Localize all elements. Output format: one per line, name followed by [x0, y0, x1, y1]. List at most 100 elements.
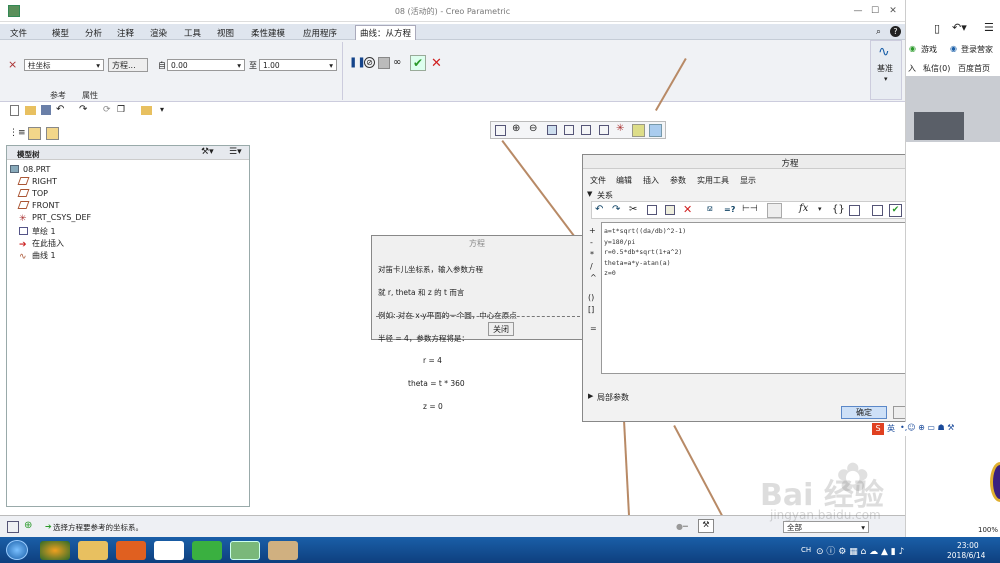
redo-icon[interactable]: ↷: [79, 104, 87, 115]
menu-apps[interactable]: 应用程序: [303, 27, 337, 39]
cut-icon[interactable]: ✂: [629, 204, 637, 215]
cancel-x-icon[interactable]: ✕: [431, 56, 442, 71]
taskbar-app-paint[interactable]: [268, 541, 298, 560]
menu-model[interactable]: 模型: [52, 27, 69, 39]
to-input[interactable]: 1.00 ▾: [259, 59, 337, 71]
insert-function-icon[interactable]: [767, 203, 782, 218]
saved-views-icon[interactable]: [581, 125, 591, 135]
fx-icon[interactable]: fx: [799, 203, 808, 214]
tree-item-curve[interactable]: ∿ 曲线 1: [19, 250, 56, 262]
view-manager-icon[interactable]: [599, 125, 609, 135]
save-icon[interactable]: [41, 105, 51, 115]
eq-menu-file[interactable]: 文件: [590, 175, 606, 186]
taskbar-app-media[interactable]: [116, 541, 146, 560]
menu-view[interactable]: 视图: [217, 27, 234, 39]
sort-icon[interactable]: [872, 205, 883, 216]
tree-item-part[interactable]: 08.PRT: [10, 165, 50, 174]
datum-group[interactable]: ∿ 基准 ▾: [870, 40, 902, 100]
browser-messages[interactable]: 私信(0): [923, 63, 950, 74]
zoom-in-icon[interactable]: ⊕: [512, 123, 520, 134]
lang-indicator[interactable]: CH: [801, 546, 811, 554]
local-params-expand-icon[interactable]: ▶: [588, 392, 593, 400]
taskbar-app-creo[interactable]: [230, 541, 260, 560]
evaluate-icon[interactable]: =?: [724, 205, 735, 214]
display-style-icon[interactable]: [564, 125, 574, 135]
coord-type-select[interactable]: 柱坐标 ▾: [24, 59, 104, 71]
copy-icon[interactable]: [647, 205, 657, 215]
confirm-check-icon[interactable]: ✔: [410, 55, 426, 71]
selection-filter-icon[interactable]: ⚒: [698, 519, 714, 533]
op-plus-button[interactable]: +: [589, 226, 596, 235]
equation-button[interactable]: 方程...: [108, 58, 148, 72]
help-icon[interactable]: ?: [890, 26, 901, 37]
tree-item-insert-here[interactable]: ➔ 在此插入: [19, 238, 64, 250]
favorites-icon[interactable]: [46, 127, 59, 140]
eq-undo-icon[interactable]: ↶: [595, 204, 603, 215]
menu-analysis[interactable]: 分析: [85, 27, 102, 39]
folder-icon[interactable]: [141, 106, 152, 115]
help-close-button[interactable]: 关闭: [488, 322, 514, 336]
tree-item-front[interactable]: FRONT: [17, 201, 59, 210]
folder-browser-icon[interactable]: [28, 127, 41, 140]
tree-item-top[interactable]: TOP: [17, 189, 48, 198]
menu-annotate[interactable]: 注释: [117, 27, 134, 39]
tree-settings-icon[interactable]: ⚒▾: [201, 147, 214, 157]
sogou-icon[interactable]: S: [872, 423, 884, 435]
dimension-icon[interactable]: ⊢⊣: [742, 204, 758, 214]
open-icon[interactable]: [25, 106, 36, 115]
menu-tools[interactable]: 工具: [184, 27, 201, 39]
fx-dropdown-icon[interactable]: ▾: [818, 205, 822, 213]
browser-toggle-icon[interactable]: ⊕: [24, 520, 32, 531]
param-lookup-icon[interactable]: [849, 205, 860, 216]
op-multiply-button[interactable]: *: [590, 250, 594, 259]
refit-icon[interactable]: [495, 125, 506, 136]
spin-center-icon[interactable]: [649, 124, 662, 137]
close-button[interactable]: ✕: [887, 5, 899, 17]
paste-icon[interactable]: [665, 205, 675, 215]
games-icon[interactable]: ◉: [909, 44, 916, 53]
no-preview-icon[interactable]: ⊘: [364, 57, 375, 68]
search-icon[interactable]: ⌕: [876, 27, 881, 37]
customize-icon[interactable]: ▾: [160, 105, 164, 114]
tree-tab-icon[interactable]: ⋮≡: [9, 128, 26, 138]
maximize-button[interactable]: ☐: [869, 5, 881, 17]
menu-flexible[interactable]: 柔性建模: [251, 27, 285, 39]
tree-item-right[interactable]: RIGHT: [17, 177, 57, 186]
browser-entry[interactable]: 入: [908, 63, 916, 74]
menu-file[interactable]: 文件: [10, 27, 27, 39]
from-input[interactable]: 0.00 ▾: [167, 59, 245, 71]
tab-references[interactable]: 参考: [50, 90, 66, 101]
delete-icon[interactable]: ✕: [683, 203, 692, 216]
op-power-button[interactable]: ^: [590, 273, 597, 282]
eq-redo-icon[interactable]: ↷: [612, 204, 620, 215]
selection-filter-select[interactable]: 全部 ▾: [783, 521, 869, 533]
repaint-icon[interactable]: [547, 125, 557, 135]
new-icon[interactable]: [10, 105, 19, 116]
phone-icon[interactable]: ▯: [934, 22, 940, 35]
windows-icon[interactable]: ❐: [117, 105, 125, 115]
login-icon[interactable]: ◉: [950, 44, 957, 53]
verify-icon[interactable]: ✔: [889, 204, 902, 217]
browser-undo-icon[interactable]: ↶▾: [952, 21, 967, 34]
eq-menu-insert[interactable]: 插入: [643, 175, 659, 186]
eq-menu-params[interactable]: 参数: [670, 175, 686, 186]
annotation-display-icon[interactable]: [632, 124, 645, 137]
ok-button[interactable]: 确定: [841, 406, 887, 419]
ime-tools-icon[interactable]: •,☺ ⊕ ▭ ☗ ⚒: [900, 423, 954, 432]
menu-render[interactable]: 渲染: [150, 27, 167, 39]
ime-mode[interactable]: 英: [887, 423, 895, 434]
undo-icon[interactable]: ↶: [56, 104, 64, 115]
tree-item-sketch[interactable]: 草绘 1: [19, 226, 56, 237]
eq-menu-utilities[interactable]: 实用工具: [697, 175, 729, 186]
tab-curve-from-equation[interactable]: 曲线：从方程: [355, 25, 417, 40]
braces-icon[interactable]: {}: [832, 204, 845, 215]
glasses-icon[interactable]: ∞: [393, 57, 401, 68]
taskbar-app-browser[interactable]: [40, 541, 70, 560]
browser-login[interactable]: 登录营家: [961, 44, 993, 55]
minimize-button[interactable]: —: [852, 5, 864, 17]
op-brackets-button[interactable]: []: [588, 305, 594, 314]
op-divide-button[interactable]: /: [590, 262, 593, 271]
browser-baidu-home[interactable]: 百度首页: [958, 63, 990, 74]
op-equals-button[interactable]: =: [590, 324, 597, 333]
browser-menu-icon[interactable]: ☰: [984, 21, 994, 34]
